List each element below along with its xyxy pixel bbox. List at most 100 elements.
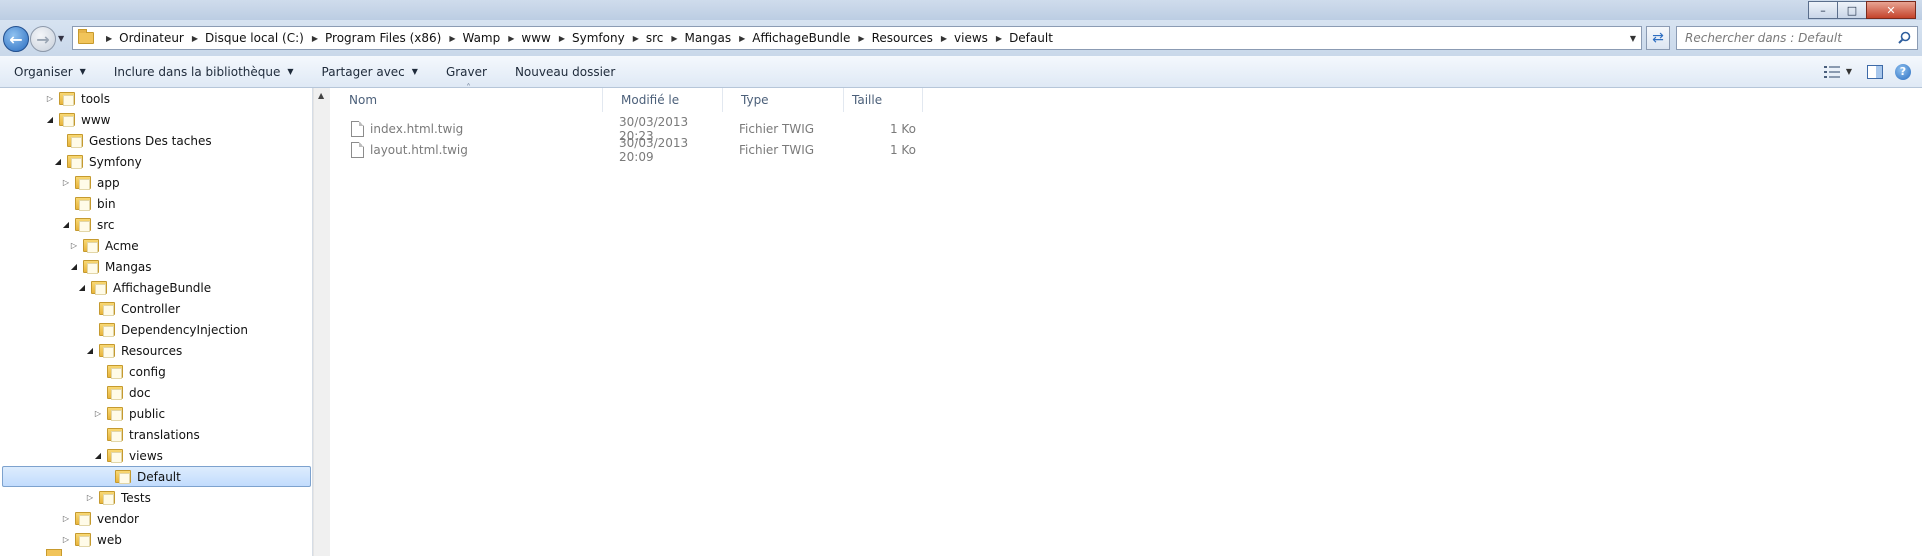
breadcrumb-item[interactable]: Program Files (x86)	[325, 31, 441, 45]
breadcrumb-separator-icon[interactable]: ▶	[858, 34, 864, 43]
share-with-menu[interactable]: Partager avec ▼	[308, 56, 432, 87]
column-header-size[interactable]: Taille	[844, 88, 923, 112]
folder-icon	[59, 92, 75, 106]
forward-button[interactable]: →	[30, 26, 56, 52]
folder-icon	[115, 470, 131, 484]
breadcrumb-separator-icon[interactable]: ▶	[559, 34, 565, 43]
breadcrumb-item[interactable]: AffichageBundle	[752, 31, 850, 45]
collapse-arrow-icon[interactable]: ◢	[61, 220, 71, 229]
breadcrumb-separator-icon[interactable]: ▶	[508, 34, 514, 43]
column-header-modified[interactable]: Modifié le	[603, 88, 723, 112]
collapse-arrow-icon[interactable]: ◢	[53, 157, 63, 166]
refresh-button[interactable]: ⇄	[1646, 26, 1670, 50]
column-header-name[interactable]: Nom	[331, 83, 603, 112]
breadcrumb-item[interactable]: Wamp	[462, 31, 500, 45]
file-icon	[351, 120, 364, 137]
file-list: Nom Modifié le Type Taille index.html.tw…	[331, 83, 1922, 556]
search-input[interactable]	[1685, 31, 1895, 45]
breadcrumb-separator-icon[interactable]: ▶	[739, 34, 745, 43]
breadcrumb-item[interactable]: www	[521, 31, 550, 45]
collapse-arrow-icon[interactable]: ◢	[77, 283, 87, 292]
help-button[interactable]: ?	[1892, 61, 1914, 83]
expand-arrow-icon[interactable]: ▷	[61, 178, 71, 187]
tree-item[interactable]: DependencyInjection	[85, 319, 248, 340]
expand-arrow-icon[interactable]: ▷	[45, 94, 55, 103]
minimize-button[interactable]: –	[1808, 1, 1838, 19]
share-with-label: Partager avec	[321, 64, 405, 79]
address-history-dropdown-icon[interactable]: ▼	[1625, 34, 1641, 43]
view-controls: ▼ ?	[1818, 56, 1922, 87]
organize-menu[interactable]: Organiser ▼	[0, 56, 100, 87]
column-header-type[interactable]: Type	[723, 88, 844, 112]
collapse-arrow-icon[interactable]: ◢	[93, 451, 103, 460]
breadcrumb-item[interactable]: src	[646, 31, 664, 45]
file-type: Fichier TWIG	[739, 142, 815, 157]
tree-item[interactable]: ▷ Tests	[85, 487, 151, 508]
tree-item[interactable]: ◢ src	[61, 214, 115, 235]
expand-arrow-icon[interactable]: ▷	[93, 409, 103, 418]
breadcrumb-separator-icon[interactable]: ▶	[941, 34, 947, 43]
collapse-arrow-icon[interactable]: ◢	[69, 262, 79, 271]
collapse-arrow-icon[interactable]: ◢	[45, 115, 55, 124]
new-folder-button[interactable]: Nouveau dossier	[501, 56, 629, 87]
expand-arrow-icon[interactable]: ▷	[69, 241, 79, 250]
expand-arrow-icon[interactable]: ▷	[61, 514, 71, 523]
tree-item[interactable]: ◢ Resources	[85, 340, 182, 361]
tree-item[interactable]: ◢ Mangas	[69, 256, 152, 277]
breadcrumb-separator-icon[interactable]: ▶	[633, 34, 639, 43]
tree-item[interactable]: ◢ AffichageBundle	[77, 277, 211, 298]
maximize-button[interactable]: □	[1837, 1, 1867, 19]
breadcrumb-item[interactable]: Disque local (C:)	[205, 31, 304, 45]
navigation-scrollbar[interactable]: ▲	[313, 88, 330, 556]
details-view-icon	[1823, 65, 1840, 78]
scroll-up-icon[interactable]: ▲	[318, 91, 324, 100]
folder-icon	[46, 549, 62, 556]
recent-pages-dropdown-icon[interactable]: ▼	[58, 34, 64, 43]
change-view-button[interactable]: ▼	[1818, 61, 1858, 83]
file-row[interactable]: layout.html.twig 30/03/2013 20:09 Fichier …	[331, 136, 916, 164]
tree-item[interactable]: ◢ www	[45, 109, 110, 130]
tree-item[interactable]: Default	[2, 466, 311, 487]
tree-item[interactable]: Controller	[85, 298, 180, 319]
folder-icon	[67, 134, 83, 148]
breadcrumb-item[interactable]: Default	[1009, 31, 1053, 45]
tree-item[interactable]: ▷ app	[61, 172, 120, 193]
breadcrumb-item[interactable]: Ordinateur	[119, 31, 184, 45]
breadcrumb-item[interactable]: Mangas	[685, 31, 732, 45]
tree-item[interactable]: ▷ web	[61, 529, 122, 550]
file-type: Fichier TWIG	[739, 121, 815, 136]
expand-arrow-icon[interactable]: ▷	[61, 535, 71, 544]
expand-arrow-icon[interactable]: ▷	[85, 493, 95, 502]
tree-item[interactable]: Gestions Des taches	[53, 130, 212, 151]
include-library-menu[interactable]: Inclure dans la bibliothèque ▼	[100, 56, 308, 87]
tree-item[interactable]: ▷ public	[93, 403, 165, 424]
tree-item[interactable]: ◢ views	[93, 445, 163, 466]
tree-item[interactable]: ▷ tools	[45, 88, 110, 109]
breadcrumb-item[interactable]: views	[954, 31, 988, 45]
breadcrumb-separator-icon[interactable]: ▶	[192, 34, 198, 43]
breadcrumb-item[interactable]: Symfony	[572, 31, 625, 45]
breadcrumb-separator-icon[interactable]: ▶	[106, 34, 112, 43]
tree-item[interactable]: bin	[61, 193, 116, 214]
tree-item-label: Resources	[121, 343, 183, 358]
address-bar[interactable]: ▶ Ordinateur ▶ Disque local (C:) ▶ Program Fi…	[72, 26, 1642, 50]
tree-item[interactable]: ▷ Acme	[69, 235, 139, 256]
tree-item[interactable]: doc	[93, 382, 151, 403]
breadcrumb-separator-icon[interactable]: ▶	[996, 34, 1002, 43]
search-icon[interactable]	[1898, 31, 1911, 44]
breadcrumb-separator-icon[interactable]: ▶	[671, 34, 677, 43]
breadcrumb-separator-icon[interactable]: ▶	[449, 34, 455, 43]
close-button[interactable]: ✕	[1866, 1, 1916, 19]
file-name: layout.html.twig	[370, 142, 468, 157]
breadcrumb-separator-icon[interactable]: ▶	[312, 34, 318, 43]
tree-item[interactable]: ▷ vendor	[61, 508, 139, 529]
tree-item[interactable]: ◢ Symfony	[53, 151, 142, 172]
tree-item[interactable]: translations	[93, 424, 200, 445]
preview-pane-button[interactable]	[1864, 61, 1886, 83]
collapse-arrow-icon[interactable]: ◢	[85, 346, 95, 355]
back-button[interactable]: ←	[3, 26, 29, 52]
search-box[interactable]	[1676, 26, 1918, 50]
preview-pane-icon	[1867, 64, 1883, 79]
breadcrumb-item[interactable]: Resources	[872, 31, 933, 45]
tree-item[interactable]: config	[93, 361, 166, 382]
